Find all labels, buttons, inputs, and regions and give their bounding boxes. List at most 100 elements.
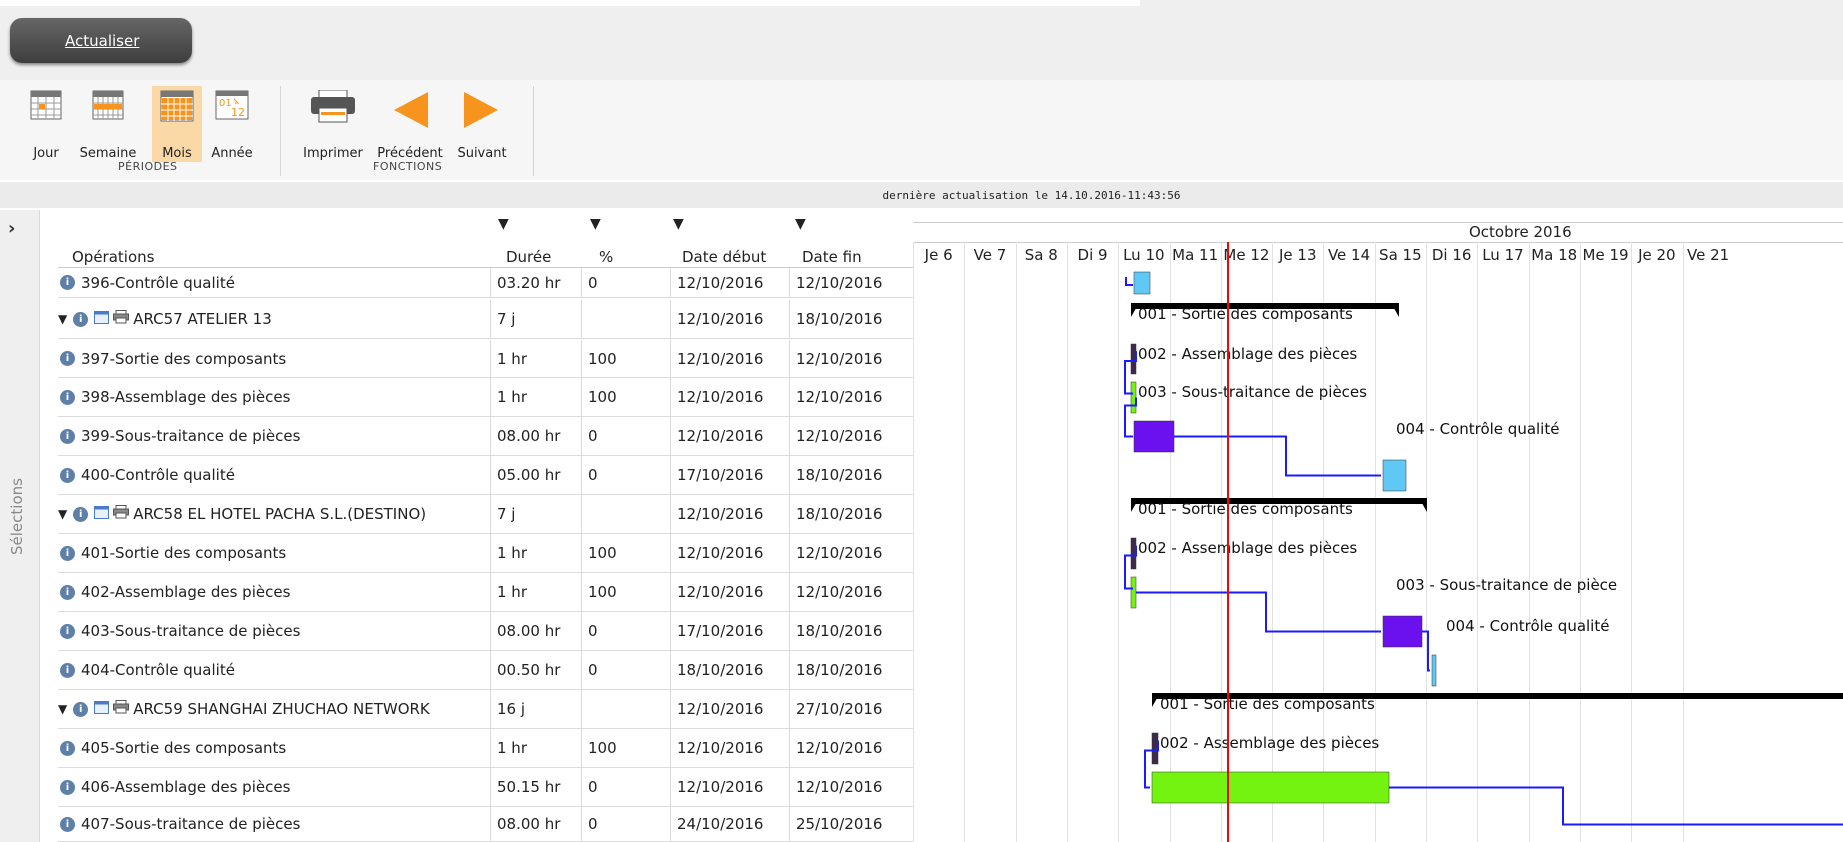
duration-value: 1 hr: [497, 739, 527, 757]
print-row-icon[interactable]: [113, 505, 130, 523]
col-pct-header[interactable]: %: [599, 248, 613, 266]
period-year-button[interactable]: 01 12 Année: [211, 90, 253, 161]
period-day-label: Jour: [33, 146, 59, 161]
filter-duration-icon[interactable]: ▼: [498, 216, 509, 232]
operation-name: 407-Sous-traitance de pièces: [81, 815, 301, 833]
operation-name: ARC59 SHANGHAI ZHUCHAO NETWORK: [133, 700, 430, 718]
filter-pct-icon[interactable]: ▼: [590, 216, 601, 232]
start-value: 17/10/2016: [677, 466, 764, 484]
cell-end: 12/10/2016: [789, 268, 913, 297]
component-task-bar: [1130, 537, 1137, 570]
table-group-row[interactable]: ▼ i ARC57 ATELIER 13 7 j 12/10/2016 18/10/201…: [58, 300, 913, 339]
cell-start: 12/10/2016: [670, 300, 789, 338]
arrow-left-icon: [394, 92, 428, 128]
cell-operation: i 406-Assemblage des pièces: [58, 768, 490, 806]
window-icon[interactable]: [94, 505, 110, 523]
info-icon[interactable]: i: [60, 275, 75, 290]
table-row[interactable]: i 403-Sous-traitance de pièces 08.00 hr 0 17…: [58, 612, 913, 651]
task-bar-label: 002 - Assemblage des pièces: [1138, 539, 1357, 557]
start-value: 12/10/2016: [677, 273, 764, 292]
col-operations-header[interactable]: Opérations: [72, 248, 154, 266]
cell-start: 12/10/2016: [670, 417, 789, 455]
table-row[interactable]: i 397-Sortie des composants 1 hr 100 12/10/2…: [58, 340, 913, 378]
table-row[interactable]: i 399-Sous-traitance de pièces 08.00 hr 0 12…: [58, 417, 913, 456]
table-row[interactable]: i 400-Contrôle qualité 05.00 hr 0 17/10/2016…: [58, 456, 913, 495]
info-icon[interactable]: i: [73, 506, 89, 522]
print-row-icon[interactable]: [113, 310, 130, 328]
table-row[interactable]: i 401-Sortie des composants 1 hr 100 12/10/2…: [58, 534, 913, 573]
top-bar: Actualiser: [0, 0, 1843, 80]
info-icon[interactable]: i: [60, 545, 75, 561]
dependency-link: [1124, 397, 1137, 438]
end-value: 12/10/2016: [796, 778, 883, 796]
col-start-header[interactable]: Date début: [682, 248, 766, 266]
selections-panel: › Sélections: [0, 210, 40, 842]
table-row[interactable]: i 402-Assemblage des pièces 1 hr 100 12/10/2…: [58, 573, 913, 612]
table-group-row[interactable]: ▼ i ARC59 SHANGHAI ZHUCHAO NETWORK 16 j 12/1…: [58, 690, 913, 729]
start-value: 12/10/2016: [677, 778, 764, 796]
cell-end: 12/10/2016: [789, 417, 913, 455]
table-group-row[interactable]: ▼ i ARC58 EL HOTEL PACHA S.L.(DESTINO) 7 j 1…: [58, 495, 913, 534]
info-icon[interactable]: i: [60, 584, 75, 600]
period-day-button[interactable]: Jour: [30, 90, 62, 161]
table-row[interactable]: i 407-Sous-traitance de pièces 08.00 hr 0 24…: [58, 807, 913, 842]
selections-tab[interactable]: Sélections: [8, 478, 26, 555]
info-icon[interactable]: i: [60, 351, 75, 366]
calendar-day-icon: [30, 90, 62, 120]
cell-start: 17/10/2016: [670, 456, 789, 494]
previous-button[interactable]: Précédent: [377, 90, 443, 161]
info-icon[interactable]: i: [60, 779, 75, 795]
day-gridline: [1323, 242, 1325, 842]
col-end-header[interactable]: Date fin: [802, 248, 862, 266]
duration-value: 16 j: [497, 700, 526, 718]
collapse-toggle-icon[interactable]: ▼: [58, 507, 67, 521]
period-week-button[interactable]: Semaine: [80, 90, 136, 161]
day-label: Je 13: [1278, 246, 1317, 264]
duration-value: 08.00 hr: [497, 427, 561, 445]
day-label: Ve 7: [973, 246, 1007, 264]
day-gridline: [1118, 242, 1120, 842]
print-button[interactable]: Imprimer: [303, 90, 363, 161]
print-row-icon[interactable]: [113, 700, 130, 718]
qc-task-bar: [1431, 654, 1437, 687]
refresh-button[interactable]: Actualiser: [10, 18, 192, 63]
filter-end-icon[interactable]: ▼: [795, 216, 806, 232]
pct-value: 100: [588, 349, 617, 368]
period-month-button[interactable]: Mois: [152, 86, 202, 162]
next-button[interactable]: Suivant: [457, 90, 507, 161]
info-icon[interactable]: i: [60, 816, 75, 832]
group-summary-bar: [1152, 693, 1843, 699]
cell-pct: 0: [581, 456, 670, 494]
cell-start: 12/10/2016: [670, 729, 789, 767]
info-icon[interactable]: i: [60, 428, 75, 444]
pct-value: 0: [588, 778, 598, 796]
info-icon[interactable]: i: [60, 467, 75, 483]
cell-operation: i 403-Sous-traitance de pièces: [58, 612, 490, 650]
filter-start-icon[interactable]: ▼: [673, 216, 684, 232]
table-row[interactable]: i 406-Assemblage des pièces 50.15 hr 0 12/10…: [58, 768, 913, 807]
table-row[interactable]: i 404-Contrôle qualité 00.50 hr 0 18/10/2016…: [58, 651, 913, 690]
cell-operation: ▼ i ARC57 ATELIER 13: [58, 300, 490, 338]
table-row[interactable]: i 396-Contrôle qualité 03.20 hr 0 12/10/2016…: [58, 268, 913, 298]
window-icon[interactable]: [94, 700, 110, 718]
info-icon[interactable]: i: [73, 701, 89, 717]
window-icon[interactable]: [94, 310, 110, 328]
info-icon[interactable]: i: [60, 623, 75, 639]
info-icon[interactable]: i: [60, 662, 75, 678]
day-label: Me 19: [1582, 246, 1629, 264]
collapse-toggle-icon[interactable]: ▼: [58, 702, 67, 716]
info-icon[interactable]: i: [60, 740, 75, 756]
info-icon[interactable]: i: [60, 389, 75, 405]
info-icon[interactable]: i: [73, 311, 89, 327]
start-value: 17/10/2016: [677, 622, 764, 640]
table-row[interactable]: i 405-Sortie des composants 1 hr 100 12/10/2…: [58, 729, 913, 768]
end-value: 12/10/2016: [796, 388, 883, 406]
assembly-task-bar: [1130, 381, 1137, 414]
group-bar-end-tick: [1391, 303, 1399, 317]
cell-duration: 08.00 hr: [490, 807, 581, 841]
table-row[interactable]: i 398-Assemblage des pièces 1 hr 100 12/10/2…: [58, 378, 913, 417]
collapse-toggle-icon[interactable]: ▼: [58, 312, 67, 326]
chevron-right-icon[interactable]: ›: [8, 218, 15, 239]
day-label: Di 9: [1077, 246, 1108, 264]
col-duration-header[interactable]: Durée: [506, 248, 551, 266]
